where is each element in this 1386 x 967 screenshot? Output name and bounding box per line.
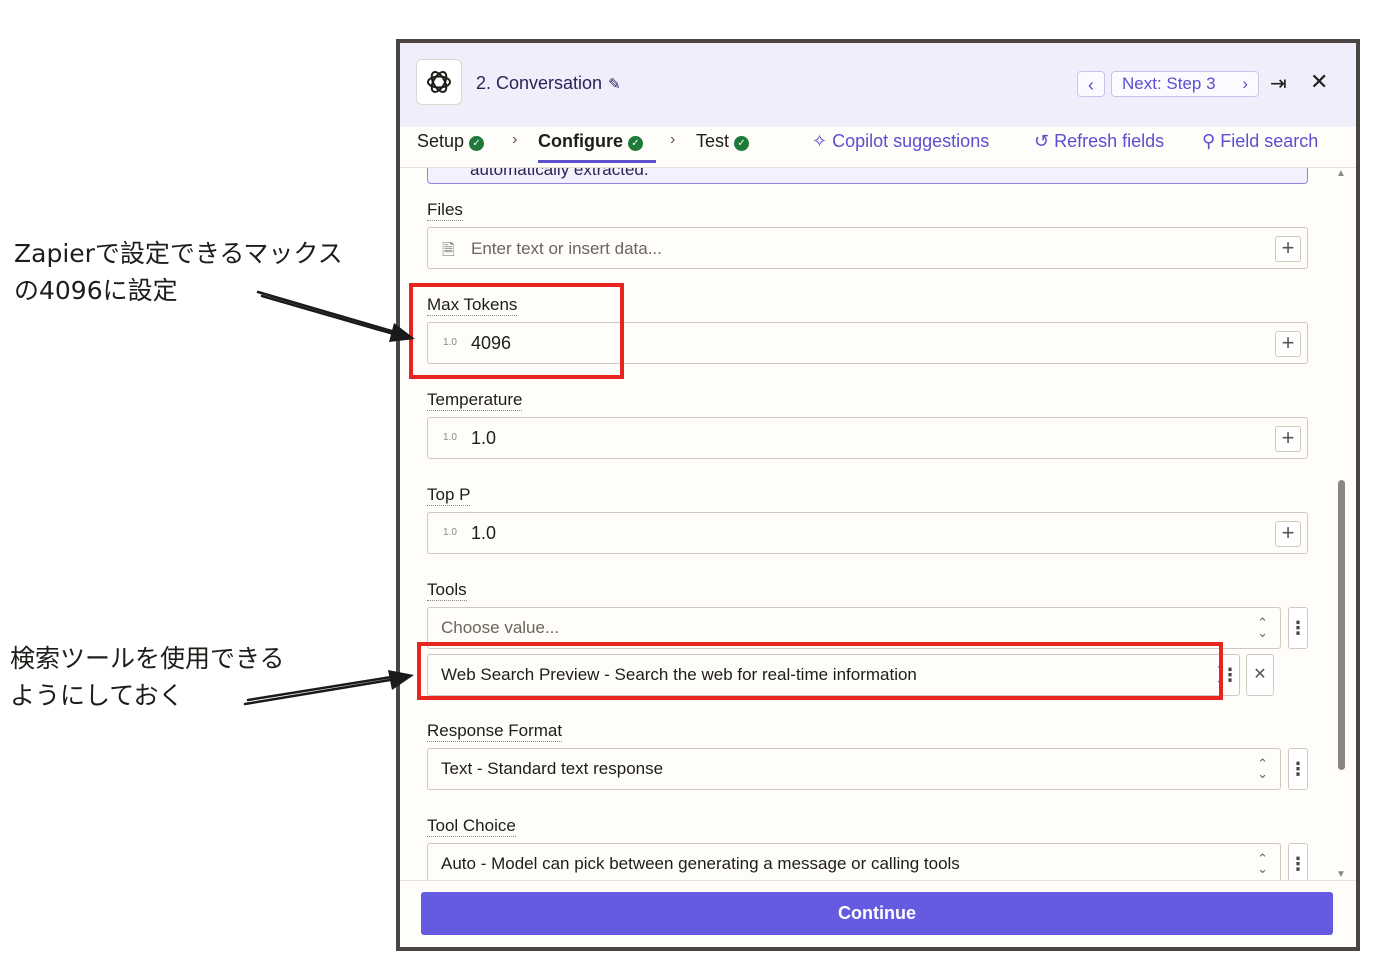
copilot-suggestions-link[interactable]: ✧ Copilot suggestions — [812, 131, 989, 152]
scrollbar-thumb[interactable] — [1338, 480, 1345, 770]
continue-button[interactable]: Continue — [421, 892, 1333, 935]
top-p-label: Top P — [427, 485, 471, 506]
field-options-button[interactable]: ⋮ — [1288, 748, 1308, 790]
scrollbar[interactable]: ▲ ▼ — [1336, 168, 1346, 880]
tools-placeholder: Choose value... — [441, 618, 560, 637]
chevron-updown-icon: ⌃⌄ — [1257, 615, 1268, 640]
remove-item-button[interactable]: ✕ — [1246, 654, 1274, 696]
number-icon: 1.0 — [443, 432, 457, 443]
check-circle-icon: ✓ — [628, 136, 643, 151]
fields-scroll-area[interactable]: automatically extracted. Files 🗎 Enter t… — [400, 168, 1356, 880]
tab-label: Configure — [538, 131, 623, 151]
field-search-link[interactable]: ⚲ Field search — [1202, 131, 1318, 152]
close-icon[interactable]: ✕ — [1310, 69, 1328, 95]
copilot-label: Copilot suggestions — [832, 131, 990, 151]
chevron-left-icon[interactable]: ‹ — [1077, 71, 1105, 97]
response-format-select[interactable]: Text - Standard text response ⌃ ⌄ — [427, 748, 1281, 790]
field-options-button[interactable]: ⋮ — [1288, 843, 1308, 880]
top-p-value: 1.0 — [471, 523, 497, 543]
annotation-line: の4096に設定 — [14, 276, 178, 305]
highlight-max-tokens — [409, 283, 624, 379]
insert-data-button[interactable]: + — [1275, 426, 1301, 452]
document-icon: 🗎 — [442, 242, 455, 259]
number-icon: 1.0 — [443, 527, 457, 538]
step-title[interactable]: 2. Conversation ✎ — [476, 73, 621, 94]
chevron-right-icon: › — [1242, 74, 1248, 93]
refresh-label: Refresh fields — [1054, 131, 1165, 151]
panel-header: 2. Conversation ✎ ‹ Next: Step 3 › ⇥ ✕ — [400, 43, 1356, 127]
next-step-label: Next: Step 3 — [1122, 74, 1216, 93]
active-tab-indicator — [538, 160, 656, 163]
temperature-label: Temperature — [427, 390, 523, 411]
field-options-button[interactable]: ⋮ — [1288, 607, 1308, 649]
chevron-right-icon: › — [512, 131, 518, 148]
openai-logo-icon — [416, 59, 462, 105]
check-circle-icon: ✓ — [469, 136, 485, 151]
scroll-up-icon[interactable]: ▲ — [1336, 168, 1346, 179]
response-format-value: Text - Standard text response — [441, 759, 664, 778]
tab-setup[interactable]: Setup ✓ — [417, 131, 485, 152]
annotation-line: 検索ツールを使用できる — [10, 644, 285, 673]
refresh-fields-link[interactable]: ↺ Refresh fields — [1034, 131, 1164, 152]
tool-choice-select[interactable]: Auto - Model can pick between generating… — [427, 843, 1281, 880]
pencil-icon[interactable]: ✎ — [608, 75, 621, 93]
temperature-field[interactable]: 1.0 1.0 + — [427, 417, 1308, 459]
files-placeholder: Enter text or insert data... — [471, 239, 662, 258]
refresh-icon: ↺ — [1034, 131, 1050, 151]
item-options-button[interactable]: ⋮ — [1220, 654, 1240, 696]
step-title-text: 2. Conversation — [476, 73, 603, 93]
highlight-tools-selection — [417, 642, 1223, 700]
scroll-down-icon[interactable]: ▼ — [1336, 869, 1346, 880]
tools-label: Tools — [427, 580, 467, 601]
insert-data-button[interactable]: + — [1275, 331, 1301, 357]
tool-choice-value: Auto - Model can pick between generating… — [441, 854, 960, 873]
insert-data-button[interactable]: + — [1275, 236, 1301, 262]
response-format-label: Response Format — [427, 721, 563, 742]
step-tabs: Setup ✓ › Configure ✓ › Test ✓ ✧ Copilot su… — [400, 127, 1356, 168]
annotation-tools: 検索ツールを使用できる ようにしておく — [10, 640, 285, 714]
search-icon: ⚲ — [1202, 131, 1216, 151]
expand-right-icon[interactable]: ⇥ — [1270, 71, 1287, 96]
tab-configure[interactable]: Configure ✓ — [538, 131, 643, 152]
annotation-line: ようにしておく — [10, 681, 184, 710]
chevron-updown-icon: ⌃⌄ — [1257, 756, 1268, 781]
tab-label: Setup — [417, 131, 465, 151]
chevron-right-icon: › — [670, 131, 676, 148]
panel-footer: Continue — [400, 880, 1356, 947]
next-step-button[interactable]: Next: Step 3 › — [1111, 71, 1259, 97]
annotation-max-tokens: Zapierで設定できるマックス の4096に設定 — [14, 235, 343, 309]
files-field[interactable]: 🗎 Enter text or insert data... + — [427, 227, 1308, 269]
field-search-label: Field search — [1220, 131, 1319, 151]
temperature-value: 1.0 — [471, 428, 497, 448]
chevron-updown-icon: ⌃⌄ — [1257, 851, 1268, 876]
info-box-text: automatically extracted. — [470, 168, 649, 179]
tab-label: Test — [696, 131, 730, 151]
tool-choice-label: Tool Choice — [427, 816, 516, 837]
sparkle-icon: ✧ — [812, 131, 828, 151]
step-config-panel: 2. Conversation ✎ ‹ Next: Step 3 › ⇥ ✕ Se… — [396, 39, 1360, 951]
check-circle-icon: ✓ — [734, 136, 750, 151]
top-p-field[interactable]: 1.0 1.0 + — [427, 512, 1308, 554]
insert-data-button[interactable]: + — [1275, 521, 1301, 547]
annotation-line: Zapierで設定できるマックス — [14, 239, 343, 268]
files-label: Files — [427, 200, 463, 221]
tab-test[interactable]: Test ✓ — [696, 131, 750, 152]
